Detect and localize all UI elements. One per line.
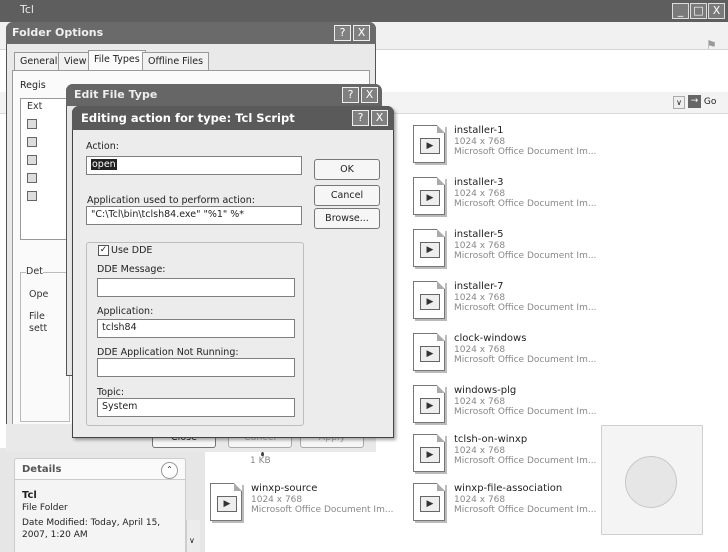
application-path-input[interactable]: "C:\Tcl\bin\tclsh84.exe" "%1" %* <box>86 206 302 225</box>
details-title: Details <box>22 464 62 475</box>
cancel-button[interactable]: Cancel <box>314 185 380 206</box>
action-input-value: open <box>91 159 117 170</box>
edit-file-type-title: Edit File Type <box>74 88 158 101</box>
settings-label: sett <box>29 323 48 334</box>
tab-file-types[interactable]: File Types <box>88 50 146 71</box>
action-input[interactable]: open <box>86 156 302 175</box>
opens-with-label: Ope <box>29 289 49 300</box>
details-name: Tcl <box>22 490 37 501</box>
tab-general[interactable]: General <box>14 52 64 70</box>
details-type: File Folder <box>22 503 68 513</box>
file-type-icon <box>27 155 37 165</box>
go-button[interactable]: → Go <box>688 95 723 110</box>
image-document-icon: ▶ <box>413 281 445 319</box>
file-types-list[interactable]: Ext <box>20 98 70 240</box>
use-dde-checkbox[interactable]: ✓ <box>98 245 109 256</box>
file-item[interactable]: ▶ installer-7 1024 x 768 Microsoft Offic… <box>413 279 613 319</box>
folder-options-title: Folder Options <box>12 26 104 39</box>
file-size: 1 KB <box>250 456 271 466</box>
help-button[interactable]: ? <box>352 110 369 126</box>
application-path-label: Application used to perform action: <box>87 195 255 206</box>
help-button[interactable]: ? <box>334 25 351 41</box>
image-document-icon: ▶ <box>413 385 445 423</box>
windows-logo-icon: ⚑ <box>706 38 717 52</box>
image-document-icon: ▶ <box>413 333 445 371</box>
explorer-title-bar: Tcl _ □ X <box>0 0 728 22</box>
ext-column-header[interactable]: Ext <box>27 101 42 112</box>
dde-message-label: DDE Message: <box>97 264 166 275</box>
action-label: Action: <box>86 141 119 152</box>
file-item[interactable]: ▶ winxp-file-association 1024 x 768 Micr… <box>413 481 613 521</box>
image-document-icon: ▶ <box>413 483 445 521</box>
ok-button[interactable]: OK <box>314 159 380 180</box>
chevron-up-icon[interactable]: ⌃ <box>161 462 178 479</box>
minimize-button[interactable]: _ <box>672 3 689 19</box>
image-document-icon: ▶ <box>413 434 445 472</box>
image-document-icon: ▶ <box>413 177 445 215</box>
scroll-down-icon[interactable]: ∨ <box>189 536 195 545</box>
editing-action-title-bar: Editing action for type: Tcl Script ? X <box>72 106 394 130</box>
image-document-icon: ▶ <box>413 125 445 163</box>
close-button[interactable]: X <box>708 3 725 19</box>
details-modified: Date Modified: Today, April 15, 2007, 1:… <box>22 518 161 540</box>
edit-file-type-title-bar: Edit File Type ? X <box>66 84 382 106</box>
file-type-icon <box>27 119 37 129</box>
details-header[interactable]: Details ⌃ <box>14 458 186 480</box>
details-body: Tcl File Folder Date Modified: Today, Ap… <box>14 480 186 552</box>
topic-input[interactable]: System <box>97 398 295 417</box>
file-item[interactable]: ▶ windows-plg 1024 x 768 Microsoft Offic… <box>413 383 613 423</box>
address-dropdown-button[interactable]: ∨ <box>673 96 685 109</box>
dde-not-running-input[interactable] <box>97 358 295 377</box>
explorer-title: Tcl <box>20 3 34 16</box>
dde-application-input[interactable]: tclsh84 <box>97 319 295 338</box>
folder-options-title-bar: Folder Options ? X <box>6 22 376 44</box>
dde-application-label: Application: <box>97 306 154 317</box>
dde-not-running-label: DDE Application Not Running: <box>97 347 239 358</box>
details-group-label: Det <box>26 266 43 277</box>
tab-offline-files[interactable]: Offline Files <box>142 52 210 70</box>
maximize-button[interactable]: □ <box>690 3 707 19</box>
image-document-icon: ▶ <box>210 483 242 521</box>
editing-action-title: Editing action for type: Tcl Script <box>81 111 295 125</box>
file-item[interactable]: ▶ clock-windows 1024 x 768 Microsoft Off… <box>413 331 613 371</box>
close-button[interactable]: X <box>353 25 370 41</box>
file-type-icon <box>27 137 37 147</box>
browse-button[interactable]: Browse... <box>314 208 380 229</box>
windows-flag-graphic <box>601 425 703 535</box>
file-item[interactable]: ▶ tclsh-on-winxp 1024 x 768 Microsoft Of… <box>413 432 613 472</box>
file-type-icon <box>27 173 37 183</box>
go-arrow-icon: → <box>688 95 701 108</box>
close-button[interactable]: X <box>361 87 378 103</box>
file-item[interactable]: ▶ installer-3 1024 x 768 Microsoft Offic… <box>413 175 613 215</box>
help-button[interactable]: ? <box>342 87 359 103</box>
close-button[interactable]: X <box>371 110 388 126</box>
files-label: File <box>29 311 45 322</box>
details-group: Det Ope File sett <box>20 266 70 422</box>
image-document-icon: ▶ <box>413 229 445 267</box>
file-item[interactable]: ▶ winxp-source 1024 x 768 Microsoft Offi… <box>210 481 410 521</box>
file-item[interactable]: ▶ installer-5 1024 x 768 Microsoft Offic… <box>413 227 613 267</box>
file-type-icon <box>27 191 37 201</box>
topic-label: Topic: <box>97 387 125 398</box>
go-label: Go <box>703 97 717 107</box>
registered-types-label: Regis <box>20 80 46 91</box>
file-item[interactable]: ▶ installer-1 1024 x 768 Microsoft Offic… <box>413 123 613 163</box>
dde-message-input[interactable] <box>97 278 295 297</box>
left-pane-scrollbar[interactable]: ∨ <box>186 520 200 552</box>
use-dde-label[interactable]: Use DDE <box>111 245 156 256</box>
